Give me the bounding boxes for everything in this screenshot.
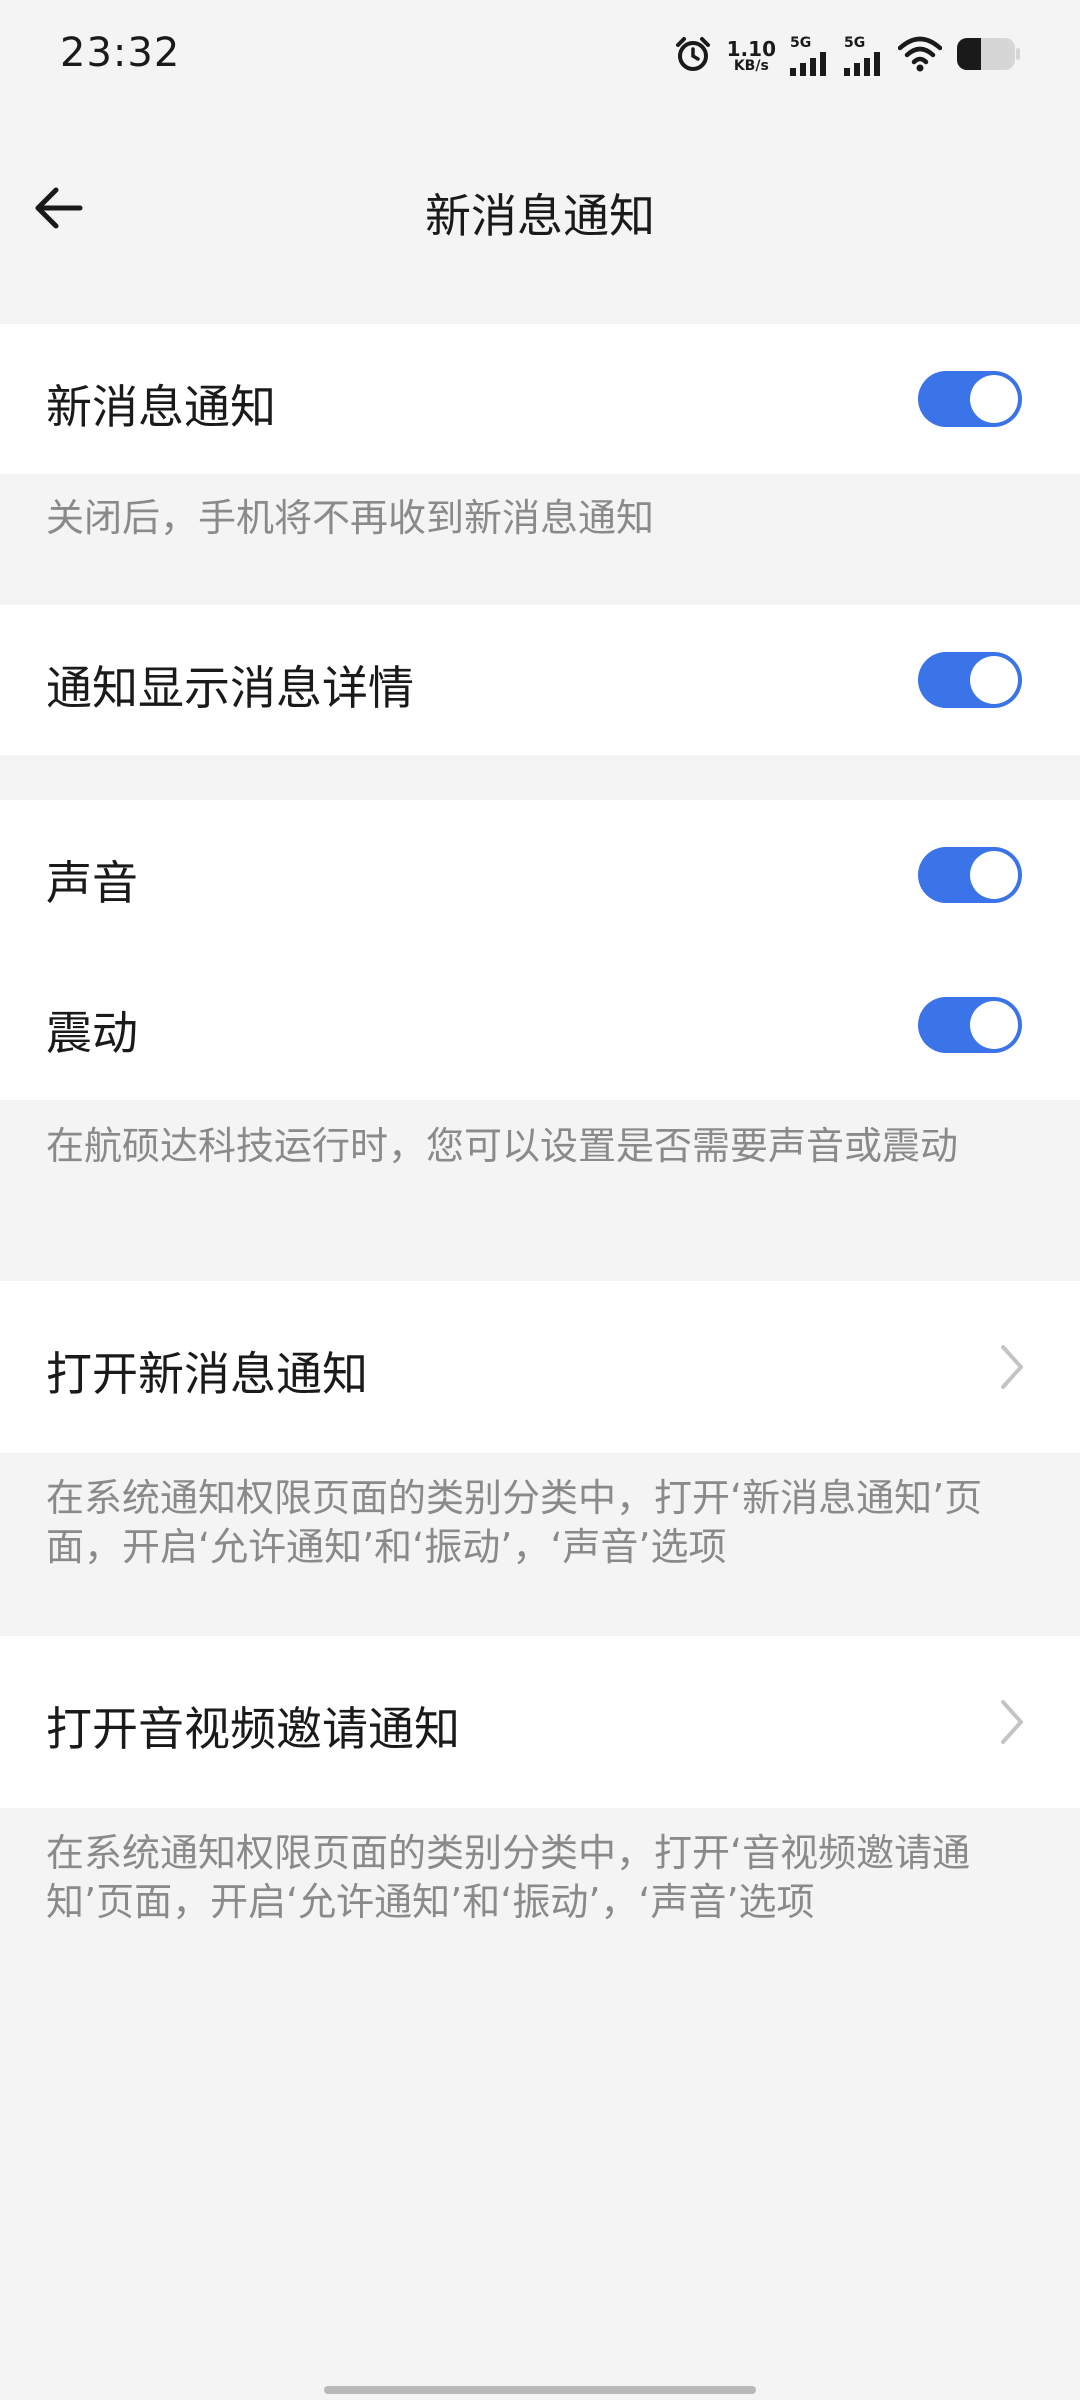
battery-icon	[956, 36, 1020, 76]
home-indicator[interactable]	[324, 2386, 756, 2394]
toggle-knob	[970, 656, 1018, 704]
sound-vibration-group: 声音 震动	[0, 800, 1080, 1100]
open-new-message-notification-row[interactable]: 打开新消息通知	[0, 1281, 1080, 1453]
sound-row[interactable]: 声音	[0, 800, 1080, 950]
open-av-invite-notification-description: 在系统通知权限页面的类别分类中，打开‘音视频邀请通知’页面，开启‘允许通知’和‘…	[46, 1831, 971, 1924]
show-message-details-row[interactable]: 通知显示消息详情	[0, 605, 1080, 755]
new-message-notification-description: 关闭后，手机将不再收到新消息通知	[46, 496, 655, 540]
sound-label: 声音	[46, 856, 138, 910]
new-message-notification-row[interactable]: 新消息通知	[0, 324, 1080, 474]
vibration-row[interactable]: 震动	[0, 950, 1080, 1100]
sound-toggle[interactable]	[918, 847, 1022, 903]
toggle-knob	[970, 1001, 1018, 1049]
sound-vibration-description: 在航硕达科技运行时，您可以设置是否需要声音或震动	[46, 1124, 959, 1168]
sim2-signal: 5G	[844, 36, 884, 76]
new-message-notification-label: 新消息通知	[46, 380, 276, 434]
network-speed: 1.10 KB/s	[727, 39, 776, 73]
sim2-label: 5G	[844, 35, 866, 51]
show-message-details-toggle[interactable]	[918, 652, 1022, 708]
status-icons: 1.10 KB/s 5G 5G	[673, 32, 1020, 80]
status-time: 23:32	[60, 30, 181, 76]
wifi-icon	[897, 36, 943, 76]
open-new-message-notification-label: 打开新消息通知	[46, 1347, 368, 1401]
new-message-notification-toggle[interactable]	[918, 371, 1022, 427]
toggle-knob	[970, 375, 1018, 423]
alarm-icon	[673, 34, 713, 78]
signal-icon	[790, 52, 826, 76]
signal-icon	[844, 52, 880, 76]
header: 新消息通知	[0, 150, 1080, 265]
sim1-signal: 5G	[790, 36, 830, 76]
open-new-message-notification-description: 在系统通知权限页面的类别分类中，打开‘新消息通知’页面，开启‘允许通知’和‘振动…	[46, 1476, 983, 1569]
network-speed-unit: KB/s	[733, 58, 769, 74]
status-bar: 23:32 1.10 KB/s 5G 5G	[0, 0, 1080, 110]
network-speed-value: 1.10	[726, 37, 776, 61]
vibration-toggle[interactable]	[918, 997, 1022, 1053]
chevron-right-icon	[1001, 1700, 1023, 1744]
vibration-label: 震动	[46, 1006, 138, 1060]
sim1-label: 5G	[790, 35, 812, 51]
open-av-invite-notification-label: 打开音视频邀请通知	[46, 1702, 460, 1756]
page-title: 新消息通知	[425, 189, 655, 243]
show-message-details-label: 通知显示消息详情	[46, 661, 414, 715]
toggle-knob	[970, 851, 1018, 899]
open-av-invite-notification-row[interactable]: 打开音视频邀请通知	[0, 1636, 1080, 1808]
chevron-right-icon	[1001, 1345, 1023, 1389]
